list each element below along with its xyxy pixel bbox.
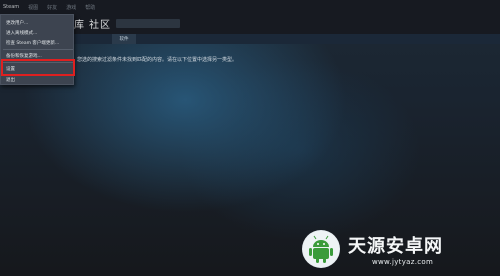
tab-software[interactable]: 软件: [112, 34, 136, 44]
nav-tab-library[interactable]: 库: [74, 20, 85, 31]
android-robot-icon: [302, 230, 340, 268]
empty-filter-message: 您选的搜索过滤条件未找到匹配的内容。请在以下位置中选择另一类型。: [77, 57, 238, 63]
watermark-title: 天源安卓网: [348, 236, 443, 257]
menu-bar: Steam 视图 好友 游戏 帮助: [0, 0, 500, 14]
sub-nav-bar: [0, 34, 500, 44]
settings-highlight-box: [1, 59, 75, 76]
menu-item-check-updates[interactable]: 检查 Steam 客户端更新...: [3, 38, 73, 48]
watermark: 天源安卓网 www.jytyaz.com: [300, 228, 496, 274]
watermark-url: www.jytyaz.com: [372, 258, 434, 266]
menu-item-exit[interactable]: 退出: [3, 75, 73, 85]
menu-steam[interactable]: Steam: [3, 4, 19, 10]
nav-tab-community[interactable]: 社区: [89, 20, 111, 31]
menu-separator: [3, 49, 73, 50]
menu-item-change-user[interactable]: 更改用户...: [3, 18, 73, 28]
menu-friends[interactable]: 好友: [47, 4, 57, 11]
username-redacted: [116, 19, 180, 28]
menu-games[interactable]: 游戏: [66, 4, 76, 11]
menu-item-offline-mode[interactable]: 进入离线模式...: [3, 28, 73, 38]
nav-title: 库社区: [74, 16, 111, 31]
menu-help[interactable]: 帮助: [85, 4, 95, 11]
menu-view[interactable]: 视图: [28, 4, 38, 11]
